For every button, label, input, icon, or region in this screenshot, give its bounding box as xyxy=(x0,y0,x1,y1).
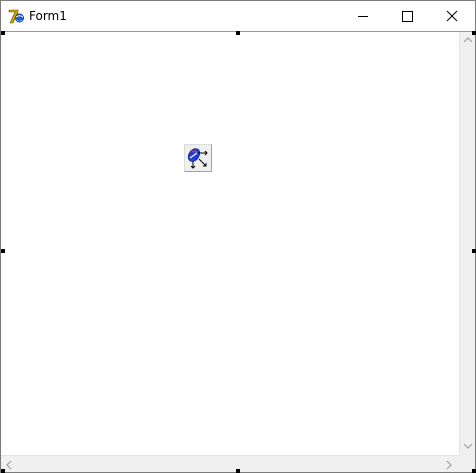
resize-handle-left[interactable] xyxy=(1,249,5,253)
resize-handle-bottom-right[interactable] xyxy=(472,469,476,473)
minimize-button[interactable] xyxy=(341,1,385,31)
close-icon xyxy=(446,10,458,22)
maximize-icon xyxy=(402,11,413,22)
resize-handle-top[interactable] xyxy=(236,31,240,35)
horizontal-scrollbar[interactable] xyxy=(1,455,459,472)
vertical-scrollbar[interactable] xyxy=(459,32,475,455)
resize-handle-top-right[interactable] xyxy=(472,31,476,35)
resize-handle-right[interactable] xyxy=(472,249,476,253)
close-button[interactable] xyxy=(429,1,475,31)
form-client-area[interactable] xyxy=(1,32,459,455)
scroll-left-icon[interactable] xyxy=(5,460,13,470)
delphi-app-icon xyxy=(7,8,25,24)
scroll-up-icon[interactable] xyxy=(463,36,473,44)
window-title: Form1 xyxy=(29,9,67,23)
resize-handle-top-left[interactable] xyxy=(1,31,5,35)
title-bar[interactable]: Form1 xyxy=(1,1,475,32)
scroll-down-icon[interactable] xyxy=(463,442,473,450)
non-visual-component[interactable] xyxy=(184,144,212,172)
maximize-button[interactable] xyxy=(385,1,429,31)
resize-handle-bottom-left[interactable] xyxy=(1,469,5,473)
form-window: Form1 xyxy=(0,0,476,473)
transform-component-icon xyxy=(184,144,212,172)
minimize-icon xyxy=(358,16,368,17)
scroll-right-icon[interactable] xyxy=(445,460,453,470)
resize-handle-bottom[interactable] xyxy=(236,469,240,473)
